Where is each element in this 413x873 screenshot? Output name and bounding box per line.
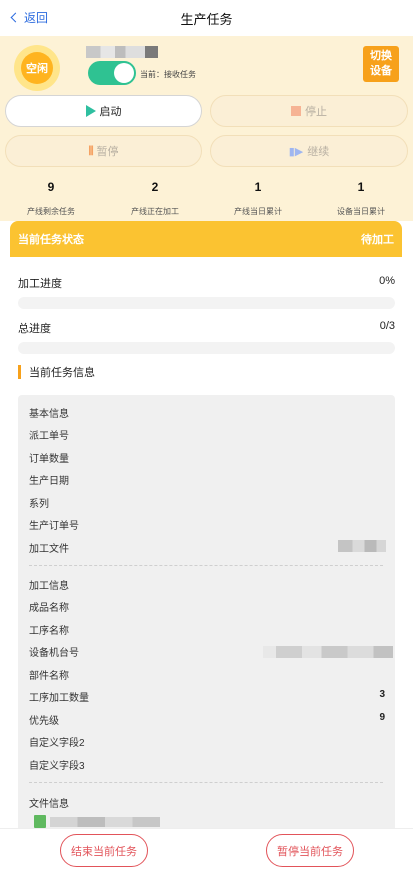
back-label: 返回	[24, 11, 49, 25]
switch-label-line1: 切换	[370, 50, 392, 62]
total-progress-bar	[18, 342, 395, 354]
start-label: 启动	[99, 106, 122, 118]
bottom-action-bar: 结束当前任务 暂停当前任务	[0, 828, 413, 873]
step-name-label: 工序名称	[29, 626, 69, 637]
stat-value: 1	[254, 180, 262, 194]
prod-order-no-label: 生产订单号	[29, 521, 79, 532]
file-info-header: 文件信息	[29, 799, 69, 810]
play-icon	[85, 105, 96, 117]
pause-button[interactable]: ⫴ 暂停	[5, 135, 202, 167]
resume-button[interactable]: ▮▶ 继续	[210, 135, 408, 167]
stat-line-daily: 1 产线当日累计	[213, 180, 303, 217]
stat-remaining: 9 产线剩余任务	[6, 180, 96, 217]
total-label: 总进度	[18, 323, 51, 335]
current-mode-text: 当前：接收任务	[140, 70, 196, 79]
task-info-title-text: 当前任务信息	[29, 367, 95, 379]
pause-icon: ⫴	[88, 143, 93, 158]
divider	[29, 565, 383, 566]
process-info-header: 加工信息	[29, 581, 69, 592]
task-status-header: 当前任务状态 待加工	[10, 221, 402, 257]
pause-label: 暂停	[96, 146, 119, 158]
resume-icon: ▮▶	[288, 145, 304, 158]
prod-date-label: 生产日期	[29, 476, 69, 487]
product-name-label: 成品名称	[29, 603, 69, 614]
process-file-redacted	[338, 540, 386, 552]
file-name-redacted[interactable]	[50, 817, 160, 827]
device-status-label: 空闲	[21, 52, 53, 84]
task-status-value: 待加工	[361, 234, 394, 246]
stat-label: 产线正在加工	[131, 207, 179, 216]
stat-value: 1	[357, 180, 365, 194]
order-qty-label: 订单数量	[29, 454, 69, 465]
stat-value: 2	[151, 180, 159, 194]
switch-device-button[interactable]: 切换 设备	[363, 46, 399, 82]
priority-label: 优先级	[29, 716, 59, 727]
nav-bar: 返回 生产任务	[0, 0, 413, 36]
task-info-title: 当前任务信息	[18, 364, 95, 380]
receive-task-toggle[interactable]	[88, 61, 136, 85]
end-task-button[interactable]: 结束当前任务	[60, 834, 148, 867]
priority-value: 9	[379, 712, 385, 723]
progress-bar	[18, 297, 395, 309]
process-file-label: 加工文件	[29, 544, 69, 555]
page-title: 生产任务	[180, 11, 233, 27]
step-qty-label: 工序加工数量	[29, 693, 89, 704]
device-status-badge: 空闲	[14, 45, 60, 91]
device-name-redacted	[86, 46, 158, 58]
toggle-knob	[114, 63, 134, 83]
start-button[interactable]: 启动	[5, 95, 202, 127]
stat-label: 产线当日累计	[234, 207, 282, 216]
progress-label: 加工进度	[18, 278, 62, 290]
task-info-box: 基本信息 派工单号 订单数量 生产日期 系列 生产订单号 加工文件 加工信息 成…	[18, 395, 395, 831]
resume-label: 继续	[307, 146, 330, 158]
stop-label: 停止	[305, 106, 327, 118]
stop-icon	[291, 106, 301, 116]
machine-no-label: 设备机台号	[29, 648, 79, 659]
back-button[interactable]: 返回	[10, 9, 49, 26]
step-qty-value: 3	[379, 689, 385, 700]
stat-device-daily: 1 设备当日累计	[316, 180, 406, 217]
custom-field-2-label: 自定义字段2	[29, 738, 85, 749]
section-accent-bar	[18, 365, 21, 379]
stop-button[interactable]: 停止	[210, 95, 408, 127]
basic-info-header: 基本信息	[29, 409, 69, 420]
task-status-title: 当前任务状态	[18, 234, 84, 246]
chevron-left-icon	[10, 12, 21, 23]
total-value: 0/3	[379, 320, 395, 332]
progress-row: 加工进度 0%	[18, 275, 395, 291]
file-icon[interactable]	[34, 815, 46, 828]
part-name-label: 部件名称	[29, 671, 69, 682]
task-card: 当前任务状态 待加工 加工进度 0% 总进度 0/3 当前任务信息 基本信息 派…	[10, 221, 402, 831]
stat-processing: 2 产线正在加工	[110, 180, 200, 217]
series-label: 系列	[29, 499, 49, 510]
total-progress-row: 总进度 0/3	[18, 320, 395, 336]
stat-value: 9	[47, 180, 55, 194]
divider	[29, 782, 383, 783]
progress-value: 0%	[379, 275, 395, 287]
pause-task-button[interactable]: 暂停当前任务	[266, 834, 354, 867]
switch-label-line2: 设备	[370, 65, 392, 77]
dispatch-no-label: 派工单号	[29, 431, 69, 442]
custom-field-3-label: 自定义字段3	[29, 761, 85, 772]
machine-no-redacted	[263, 646, 393, 658]
stat-label: 设备当日累计	[337, 207, 385, 216]
stat-label: 产线剩余任务	[27, 207, 75, 216]
